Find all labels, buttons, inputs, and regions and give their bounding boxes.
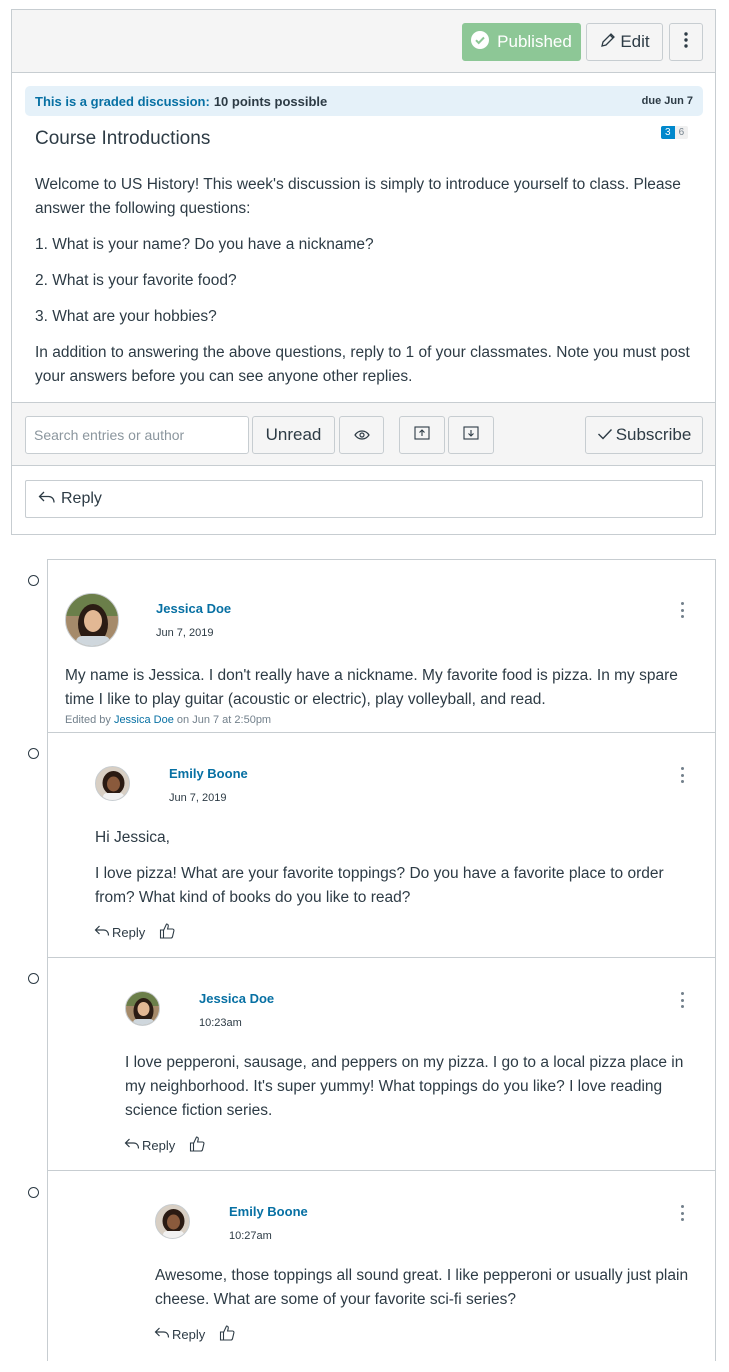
reply-arrow-icon [154, 1326, 170, 1342]
edited-suffix: on Jun 7 at 2:50pm [176, 714, 272, 726]
reply-arrow-icon [124, 1137, 140, 1153]
due-date: due Jun 7 [641, 95, 693, 107]
unread-count-badge: 3 [661, 126, 675, 139]
search-input[interactable] [25, 416, 249, 454]
reply-to-topic-button[interactable]: Reply [25, 480, 703, 518]
thumbs-up-icon [159, 922, 175, 942]
topic-options-button[interactable] [669, 23, 703, 61]
edited-by-link[interactable]: Jessica Doe [114, 714, 174, 726]
reply-label: Reply [142, 1137, 176, 1153]
discussion-entry: Emily Boone 10:27am Awesome, those toppi… [48, 1171, 716, 1361]
thumbs-up-icon [189, 1135, 205, 1155]
entry-author[interactable]: Jessica Doe [156, 601, 231, 616]
reply-arrow-icon [94, 924, 110, 940]
reply-counts: 3 6 [661, 126, 689, 139]
discussion-filter-bar: Unread Subscribe [12, 402, 715, 466]
thumbs-up-icon [219, 1324, 235, 1344]
entry-date: 10:27am [229, 1230, 272, 1242]
kebab-icon[interactable] [677, 600, 687, 620]
topic-paragraph: 2. What is your favorite food? [35, 272, 237, 289]
topic-title: Course Introductions [35, 128, 211, 149]
entry-paragraph: Hi Jessica, [95, 829, 170, 846]
discussion-entries: Jessica Doe Jun 7, 2019 My name is Jessi… [47, 559, 716, 1361]
mark-all-read-button[interactable] [339, 416, 384, 454]
edit-label: Edit [620, 32, 650, 51]
points-possible: 10 points possible [213, 93, 328, 109]
entry-paragraph: I love pizza! What are your favorite top… [95, 865, 664, 906]
kebab-icon [684, 31, 688, 53]
graded-label: This is a graded discussion: [35, 93, 210, 109]
entry-message: Hi Jessica, I love pizza! What are your … [95, 826, 695, 922]
entry-paragraph: My name is Jessica. I don't really have … [65, 667, 678, 708]
entry-actions: Reply [94, 922, 175, 942]
entry-author[interactable]: Emily Boone [169, 766, 248, 781]
entry-message: I love pepperoni, sausage, and peppers o… [125, 1051, 705, 1135]
subscribe-button[interactable]: Subscribe [585, 416, 703, 454]
entry-message: Awesome, those toppings all sound great.… [155, 1264, 705, 1324]
entry-reply-button[interactable]: Reply [94, 924, 145, 940]
read-status-icon[interactable] [28, 748, 39, 759]
entry-reply-button[interactable]: Reply [154, 1326, 205, 1342]
total-count-badge: 6 [674, 126, 689, 139]
reply-label: Reply [61, 490, 102, 507]
published-button[interactable]: Published [462, 23, 581, 61]
entry-paragraph: Awesome, those toppings all sound great.… [155, 1267, 689, 1308]
collapse-replies-button[interactable] [399, 416, 445, 454]
collapse-icon [414, 425, 430, 445]
entry-author[interactable]: Emily Boone [229, 1204, 308, 1219]
entry-actions: Reply [154, 1324, 235, 1344]
topic-message: Welcome to US History! This week's discu… [35, 173, 700, 401]
avatar[interactable] [155, 1204, 190, 1239]
avatar[interactable] [65, 593, 119, 647]
like-button[interactable] [219, 1324, 235, 1344]
entry-actions: Reply [124, 1135, 205, 1155]
avatar[interactable] [95, 766, 130, 801]
read-status-icon[interactable] [28, 1187, 39, 1198]
edited-prefix: Edited by [65, 714, 111, 726]
discussion-entry: Jessica Doe Jun 7, 2019 My name is Jessi… [48, 560, 716, 733]
eye-icon [353, 425, 370, 445]
reply-label: Reply [112, 924, 146, 940]
edit-button[interactable]: Edit [586, 23, 663, 61]
read-status-icon[interactable] [28, 973, 39, 984]
like-button[interactable] [159, 922, 175, 942]
expand-replies-button[interactable] [448, 416, 494, 454]
discussion-entry: Emily Boone Jun 7, 2019 Hi Jessica, I lo… [48, 733, 716, 958]
expand-icon [463, 425, 479, 445]
topic-paragraph: 1. What is your name? Do you have a nick… [35, 236, 374, 253]
topic-paragraph: 3. What are your hobbies? [35, 308, 217, 325]
pencil-icon [599, 31, 617, 54]
entry-reply-button[interactable]: Reply [124, 1137, 175, 1153]
kebab-icon[interactable] [677, 765, 687, 785]
entry-date: Jun 7, 2019 [169, 792, 227, 804]
entry-date: 10:23am [199, 1017, 242, 1029]
entries-border [715, 559, 716, 1361]
kebab-icon[interactable] [677, 990, 687, 1010]
topic-paragraph: Welcome to US History! This week's discu… [35, 176, 681, 217]
checkmark-icon [597, 425, 613, 445]
discussion-entry: Jessica Doe 10:23am I love pepperoni, sa… [48, 958, 716, 1171]
topic-paragraph: In addition to answering the above quest… [35, 344, 690, 385]
check-circle-icon [471, 30, 490, 54]
subscribe-label: Subscribe [615, 425, 692, 444]
discussion-topic-card: Published Edit This is a graded discussi… [11, 9, 716, 535]
kebab-icon[interactable] [677, 1203, 687, 1223]
reply-arrow-icon [38, 490, 56, 509]
entry-author[interactable]: Jessica Doe [199, 991, 274, 1006]
avatar[interactable] [125, 991, 160, 1026]
read-status-icon[interactable] [28, 575, 39, 586]
like-button[interactable] [189, 1135, 205, 1155]
reply-label: Reply [172, 1326, 206, 1342]
published-label: Published [497, 32, 572, 51]
topic-toolbar: Published Edit [12, 10, 715, 73]
graded-discussion-banner: This is a graded discussion: 10 points p… [25, 86, 703, 116]
unread-filter-button[interactable]: Unread [252, 416, 335, 454]
entry-date: Jun 7, 2019 [156, 627, 214, 639]
entry-paragraph: I love pepperoni, sausage, and peppers o… [125, 1054, 684, 1119]
edited-note: Edited by Jessica Doe on Jun 7 at 2:50pm [65, 714, 271, 726]
